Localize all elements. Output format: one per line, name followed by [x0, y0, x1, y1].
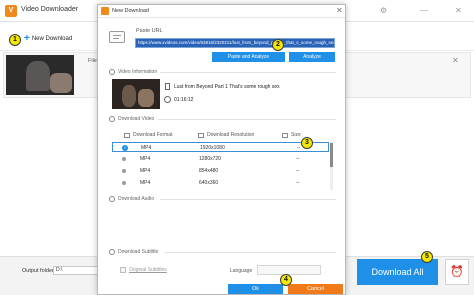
row-format: MP4	[140, 168, 151, 174]
alarm-clock-icon[interactable]: ⏰	[445, 259, 469, 285]
callout-badge: 2	[272, 39, 284, 51]
row-resolution: 1920x1080	[200, 145, 225, 151]
plus-icon: +	[24, 33, 30, 44]
output-folder-field[interactable]: D:\	[53, 266, 103, 275]
dialog-logo	[101, 7, 109, 15]
download-video-label: Download Video	[118, 116, 155, 122]
callout-badge: 1	[9, 34, 21, 46]
video-info-label: Video Information	[118, 69, 158, 75]
new-download-label: New Download	[31, 36, 73, 42]
video-duration: 01:16:12	[174, 97, 194, 103]
row-size: --	[296, 168, 300, 174]
url-icon	[109, 31, 125, 43]
video-info-section: Video Information	[109, 69, 157, 75]
app-logo: V	[5, 5, 17, 17]
remove-item-icon[interactable]: ✕	[452, 56, 459, 65]
download-subtitle-section: Download Subtitle	[109, 249, 158, 255]
file-label: File	[88, 58, 97, 64]
row-size: --	[296, 180, 300, 186]
download-audio-label: Download Audio	[118, 196, 155, 202]
header-resolution-label: Download Resolution	[207, 132, 255, 138]
row-resolution: 854x480	[199, 168, 219, 174]
download-subtitle-label: Download Subtitle	[118, 249, 159, 255]
paste-and-analyze-button[interactable]: Paste and Analyze	[212, 52, 285, 62]
dialog-titlebar: New Download ✕	[98, 5, 345, 18]
radio-dot-icon	[122, 181, 126, 185]
download-video-section: Download Video	[109, 116, 154, 122]
callout-badge: 3	[301, 137, 313, 149]
row-format: MP4	[141, 145, 152, 151]
subtitle-icon	[109, 249, 115, 255]
minimize-button[interactable]: —	[420, 6, 428, 16]
new-download-dialog: New Download ✕ Paste URL https://www.xvi…	[97, 4, 346, 295]
selected-check-icon: ✓	[122, 145, 128, 151]
row-size: --	[297, 145, 301, 151]
row-resolution: 1280x720	[199, 156, 221, 162]
ok-button[interactable]: Ok	[228, 284, 283, 294]
format-row[interactable]: MP4 854x480 --	[112, 166, 329, 176]
header-format-label: Download Format	[133, 132, 173, 138]
header-size-label: Size	[291, 132, 301, 138]
video-title: Lust from Beyond Part 1 That's some roug…	[174, 84, 280, 90]
clock-icon	[164, 96, 171, 103]
cancel-button[interactable]: Cancel	[288, 284, 343, 294]
language-select[interactable]	[257, 265, 321, 275]
divider	[164, 252, 336, 253]
header-resolution[interactable]: Download Resolution	[198, 130, 254, 140]
video-icon	[109, 116, 115, 122]
original-subtitles-label: Original Subtitles	[129, 267, 167, 273]
header-size[interactable]: Size	[282, 130, 301, 140]
dialog-title: New Download	[112, 8, 149, 14]
header-format[interactable]: Download Format	[124, 130, 172, 140]
document-icon	[165, 83, 170, 90]
format-row[interactable]: MP4 640x360 --	[112, 178, 329, 188]
format-row[interactable]: MP4 1280x720 --	[112, 154, 329, 164]
analyze-button[interactable]: Analyze	[289, 52, 335, 62]
audio-icon	[109, 196, 115, 202]
settings-icon[interactable]: ⚙	[380, 6, 387, 16]
main-window-title: Video Downloader	[21, 6, 79, 13]
format-scrollbar-thumb[interactable]	[330, 143, 333, 167]
callout-badge: 4	[280, 274, 292, 286]
radio-dot-icon	[122, 157, 126, 161]
row-format: MP4	[140, 156, 151, 162]
size-icon	[282, 132, 288, 138]
url-input[interactable]: https://www.xvideos.com/video/63815/2320…	[135, 38, 335, 48]
original-subtitles-option[interactable]: Original Subtitles	[120, 267, 167, 273]
paste-url-label: Paste URL	[136, 28, 163, 34]
language-label: Language	[230, 268, 253, 274]
divider	[158, 119, 336, 120]
radio-dot-icon	[122, 169, 126, 173]
callout-badge: 5	[421, 251, 433, 263]
resolution-icon	[198, 132, 204, 138]
row-resolution: 640x360	[199, 180, 219, 186]
divider	[160, 72, 336, 73]
download-audio-section: Download Audio	[109, 196, 154, 202]
format-row[interactable]: ✓ MP4 1920x1080 --	[112, 142, 329, 152]
subtitle-checkbox[interactable]	[120, 267, 126, 273]
divider	[160, 199, 336, 200]
new-download-button[interactable]: + New Download	[24, 33, 72, 45]
format-icon	[124, 132, 130, 138]
output-folder-label: Output folder:	[22, 268, 56, 274]
video-thumbnail	[6, 55, 74, 95]
video-info-thumbnail	[112, 79, 160, 109]
row-format: MP4	[140, 180, 151, 186]
info-icon	[109, 69, 115, 75]
close-window-button[interactable]: ✕	[455, 6, 462, 16]
dialog-close-icon[interactable]: ✕	[336, 6, 343, 16]
row-size: --	[296, 156, 300, 162]
